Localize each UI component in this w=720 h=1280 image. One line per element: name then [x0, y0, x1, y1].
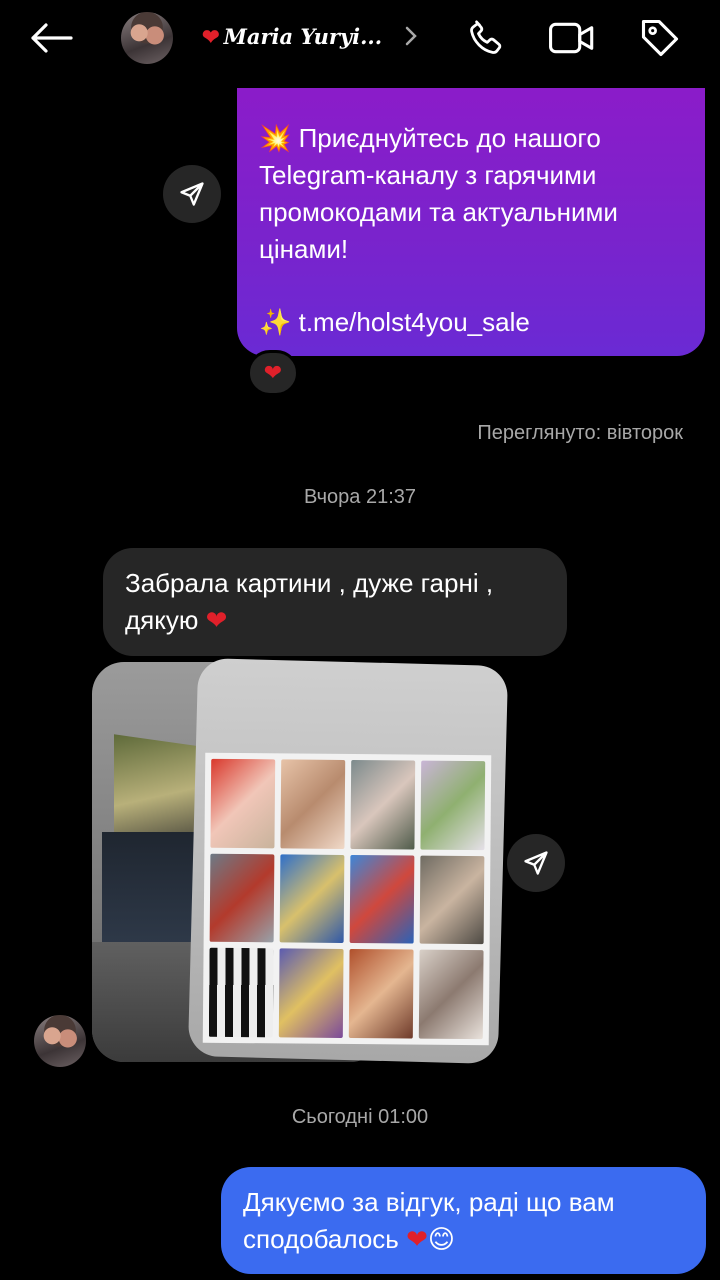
- back-button[interactable]: [26, 18, 76, 58]
- incoming-message-bubble[interactable]: Забрала картини , дуже гарні , дякую ❤: [103, 548, 567, 656]
- collage-tile: [349, 854, 415, 944]
- collage-tile: [419, 855, 485, 945]
- message-line-2: сподобалось ❤😊: [243, 1221, 684, 1258]
- promo-message-bubble[interactable]: 💥 Приєднуйтесь до нашого Telegram-каналу…: [237, 88, 705, 356]
- promo-line: цінами!: [259, 234, 349, 264]
- message-line: Дякуємо за відгук, раді що вам: [243, 1187, 615, 1217]
- timestamp: Сьогодні 01:00: [291, 1106, 429, 1128]
- send-icon: [524, 851, 548, 875]
- collage-tile: [420, 760, 486, 850]
- message-line-2: дякую ❤: [125, 602, 545, 639]
- outgoing-message-bubble[interactable]: Дякуємо за відгук, раді що вам сподобало…: [221, 1167, 706, 1274]
- photo-attachment-front[interactable]: [187, 658, 509, 1064]
- send-icon: [180, 182, 204, 206]
- red-heart-emoji: ❤: [202, 24, 220, 49]
- chevron-right-icon[interactable]: [405, 26, 417, 51]
- tag-icon: [641, 19, 679, 57]
- share-button[interactable]: [163, 165, 221, 223]
- message-line: Забрала картини , дуже гарні ,: [125, 568, 494, 598]
- red-heart-emoji: ❤: [205, 605, 228, 635]
- share-button[interactable]: [507, 834, 565, 892]
- back-arrow-icon: [31, 23, 73, 53]
- red-heart-emoji: ❤: [406, 1224, 428, 1254]
- collage-tile: [350, 760, 416, 850]
- message-text: дякую: [125, 605, 199, 635]
- contact-name-text: Maria Yuryi...: [223, 24, 383, 49]
- promo-line: 💥 Приєднуйтесь до нашого: [259, 123, 601, 153]
- timestamp: Вчора 21:37: [303, 486, 417, 508]
- collage-tile: [208, 948, 274, 1038]
- collage-tile: [418, 949, 484, 1040]
- collage-tile: [209, 853, 275, 943]
- chat-header: ❤ Maria Yuryi...: [0, 0, 720, 80]
- call-button[interactable]: [462, 14, 510, 62]
- smiling-face-emoji: 😊: [427, 1224, 455, 1254]
- heart-reaction[interactable]: ❤: [247, 350, 299, 396]
- seen-status: Переглянуто: вівторок: [477, 422, 683, 444]
- contact-avatar[interactable]: [121, 12, 173, 64]
- phone-icon: [470, 20, 502, 54]
- collage-tile: [278, 948, 344, 1038]
- video-camera-icon: [549, 22, 594, 54]
- promo-link[interactable]: ✨ t.me/holst4you_sale: [259, 304, 685, 341]
- heart-reaction-emoji: ❤: [263, 360, 283, 385]
- promo-line: промокодами та актуальними: [259, 197, 618, 227]
- collage-tile: [279, 854, 345, 944]
- promo-line: Telegram-каналу з гарячими: [259, 160, 597, 190]
- collage-tile: [348, 949, 414, 1039]
- collage-tile: [210, 758, 276, 849]
- tag-button[interactable]: [636, 14, 684, 62]
- photo-collage: [202, 752, 492, 1046]
- contact-name[interactable]: ❤ Maria Yuryi...: [202, 24, 382, 49]
- video-call-button[interactable]: [548, 14, 596, 62]
- collage-tile: [280, 759, 346, 849]
- message-text: сподобалось: [243, 1224, 399, 1254]
- sender-avatar[interactable]: [34, 1015, 86, 1067]
